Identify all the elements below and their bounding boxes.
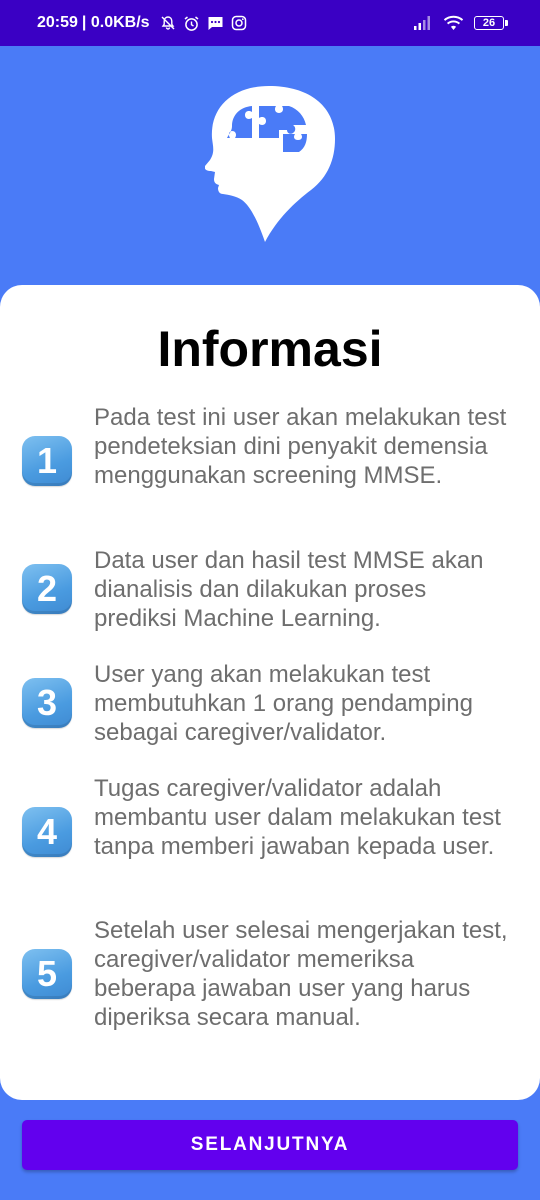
- message-icon: [208, 17, 223, 30]
- status-bar-right: 26: [413, 0, 508, 46]
- number-badge-3-icon: 3: [22, 678, 72, 728]
- badge-number: 2: [36, 568, 58, 609]
- info-text-1: Pada test ini user akan melakukan test p…: [94, 404, 507, 489]
- next-button[interactable]: SELANJUTNYA: [22, 1120, 518, 1170]
- number-badge-5-icon: 5: [22, 949, 72, 999]
- badge-number: 4: [36, 811, 58, 852]
- alarm-clock-icon: [184, 15, 199, 31]
- info-text-3: User yang akan melakukan test membutuhka…: [94, 661, 473, 746]
- signal-icon: [414, 16, 430, 30]
- instagram-icon: [231, 15, 246, 31]
- info-card: Informasi 1 Pada test ini user akan mela…: [0, 285, 540, 1100]
- badge-number: 1: [36, 440, 58, 481]
- number-badge-4-icon: 4: [22, 807, 72, 857]
- badge-number: 5: [36, 953, 58, 994]
- battery-level: 26: [482, 17, 496, 29]
- info-text-2: Data user dan hasil test MMSE akan diana…: [94, 547, 484, 632]
- notification-icons: [160, 15, 247, 32]
- badge-number: 3: [36, 682, 58, 723]
- status-bar-left: 20:59 | 0.0KB/s: [37, 0, 247, 46]
- status-time: 20:59: [37, 14, 78, 31]
- info-text-4: Tugas caregiver/validator adalah membant…: [94, 775, 501, 860]
- number-badge-1-icon: 1: [22, 436, 72, 486]
- status-bar: 20:59 | 0.0KB/s 26: [0, 0, 540, 46]
- brain-puzzle-head-icon: [205, 86, 335, 242]
- bell-muted-icon: [161, 16, 175, 30]
- page-title: Informasi: [157, 321, 383, 377]
- wifi-icon: [443, 15, 464, 30]
- number-badge-2-icon: 2: [22, 564, 72, 614]
- status-network-speed: | 0.0KB/s: [81, 14, 150, 31]
- battery-icon: 26: [474, 16, 508, 30]
- info-text-5: Setelah user selesai mengerjakan test, c…: [94, 917, 508, 1031]
